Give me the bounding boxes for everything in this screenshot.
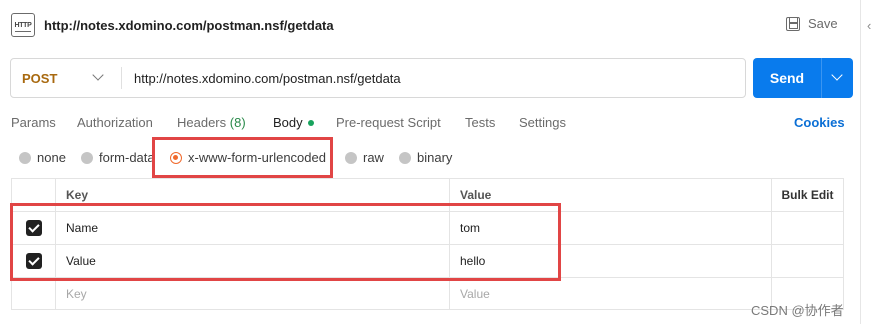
radio-label: binary: [417, 150, 453, 165]
save-button[interactable]: Save: [786, 16, 838, 31]
table-header-row: Key Value Bulk Edit: [12, 179, 843, 212]
radio-binary[interactable]: binary: [399, 150, 452, 165]
cookies-link[interactable]: Cookies: [794, 115, 845, 130]
radio-button: [399, 151, 411, 164]
radio-none[interactable]: none: [19, 150, 66, 165]
table-row: Name tom: [12, 212, 843, 245]
send-button[interactable]: Send: [753, 58, 821, 98]
chevron-left-icon[interactable]: ‹: [867, 18, 871, 33]
radio-label: none: [37, 150, 66, 165]
params-table: Key Value Bulk Edit Name tom Value hello…: [11, 178, 844, 310]
tab-headers-label: Headers: [177, 115, 227, 130]
row-extra: [772, 212, 843, 244]
row-check-cell: [12, 278, 56, 310]
body-modified-dot: [307, 119, 314, 126]
row-key[interactable]: Name: [56, 212, 450, 244]
tab-authorization[interactable]: Authorization: [77, 115, 153, 130]
radio-button-selected: [170, 151, 182, 164]
column-header-value: Value: [450, 179, 772, 211]
radio-button: [345, 151, 357, 164]
request-title[interactable]: http://notes.xdomino.com/postman.nsf/get…: [44, 18, 334, 33]
url-bar: POST: [10, 58, 746, 98]
method-divider: [121, 67, 122, 89]
row-checkbox[interactable]: [25, 253, 42, 269]
save-icon: [786, 16, 800, 31]
send-options-chevron-icon[interactable]: [831, 69, 843, 81]
tab-body[interactable]: Body: [273, 115, 314, 130]
radio-button: [81, 151, 93, 164]
radio-x-www-form-urlencoded[interactable]: x-www-form-urlencoded: [170, 150, 326, 165]
new-key-input[interactable]: Key: [56, 278, 450, 310]
send-divider: [821, 58, 822, 98]
method-select[interactable]: POST: [11, 59, 121, 97]
radio-form-data[interactable]: form-data: [81, 150, 155, 165]
body-type-radios: none form-data x-www-form-urlencoded raw…: [0, 148, 860, 168]
request-tabs: Params Authorization Headers (8) Body Pr…: [0, 112, 860, 134]
tab-body-label: Body: [273, 115, 303, 130]
right-panel-divider: [860, 0, 861, 324]
http-request-icon: HTTP: [11, 13, 35, 37]
row-checkbox[interactable]: [25, 220, 42, 236]
send-button-group: Send: [753, 58, 853, 98]
tab-tests[interactable]: Tests: [465, 115, 495, 130]
radio-label: form-data: [99, 150, 155, 165]
row-key[interactable]: Value: [56, 245, 450, 277]
column-header-key: Key: [56, 179, 450, 211]
new-value-input[interactable]: Value: [450, 278, 772, 310]
row-check-cell: [12, 245, 56, 277]
row-check-cell: [12, 212, 56, 244]
bulk-edit-button[interactable]: Bulk Edit: [772, 179, 843, 211]
watermark: CSDN @协作者: [751, 303, 844, 318]
radio-label: raw: [363, 150, 384, 165]
tab-headers-count: (8): [229, 115, 246, 130]
row-value[interactable]: hello: [450, 245, 772, 277]
header-check-cell: [12, 179, 56, 211]
row-value[interactable]: tom: [450, 212, 772, 244]
radio-label: x-www-form-urlencoded: [188, 150, 326, 165]
save-label: Save: [808, 16, 838, 31]
radio-raw[interactable]: raw: [345, 150, 384, 165]
tab-settings[interactable]: Settings: [519, 115, 566, 130]
row-extra: [772, 245, 843, 277]
tab-headers[interactable]: Headers (8): [177, 115, 246, 130]
method-label: POST: [22, 70, 58, 86]
table-row: Value hello: [12, 245, 843, 278]
tab-pre-request-script[interactable]: Pre-request Script: [336, 115, 441, 130]
table-row-empty: Key Value: [12, 278, 843, 311]
radio-button: [19, 151, 31, 164]
tab-params[interactable]: Params: [11, 115, 56, 130]
request-header: HTTP http://notes.xdomino.com/postman.ns…: [0, 0, 860, 52]
url-input[interactable]: [124, 59, 739, 97]
